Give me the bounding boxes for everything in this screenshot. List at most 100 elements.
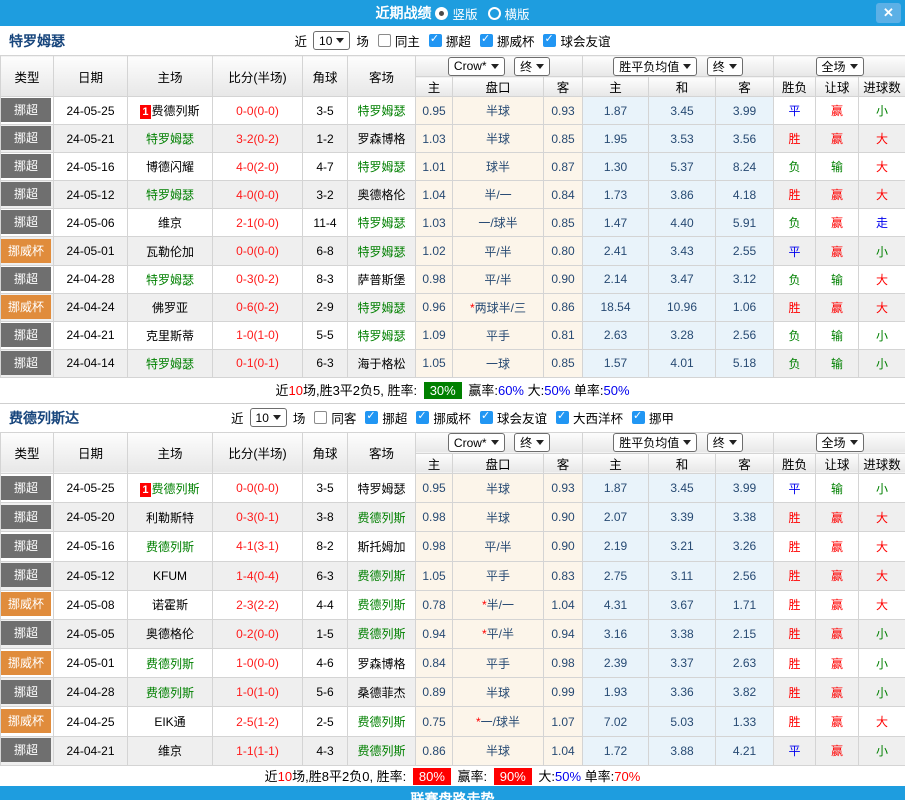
home-odds: 0.94	[416, 619, 453, 648]
league-badge: 挪威杯	[1, 239, 51, 263]
away-team: 费德列斯	[348, 590, 416, 619]
checkbox-unchecked[interactable]	[378, 34, 391, 47]
result-goals: 小	[859, 473, 905, 502]
checkbox-checked[interactable]: ✓	[543, 34, 556, 47]
match-count-select[interactable]: 10	[250, 408, 287, 427]
odds-time-select[interactable]: 终	[514, 433, 550, 452]
avg-time-select[interactable]: 终	[707, 57, 743, 76]
chevron-down-icon	[729, 440, 737, 445]
summary-text: 赢率:	[465, 383, 498, 398]
fulltime-score: 1-1	[236, 744, 253, 758]
avg-time-select[interactable]: 终	[707, 433, 743, 452]
handicap-name: 半球	[486, 511, 510, 525]
col-avg-draw: 和	[649, 453, 716, 473]
result-outcome: 负	[774, 321, 816, 349]
fulltime-score: 1-0	[236, 656, 253, 670]
avg-home-odds: 1.87	[583, 473, 649, 502]
avg-home-odds: 18.54	[583, 293, 649, 321]
away-odds: 0.90	[544, 265, 583, 293]
league-badge: 挪威杯	[1, 709, 51, 733]
result-outcome: 平	[774, 237, 816, 265]
corners: 8-2	[303, 532, 348, 561]
home-odds: 1.09	[416, 321, 453, 349]
checkbox-checked[interactable]: ✓	[480, 34, 493, 47]
close-button[interactable]: ✕	[876, 3, 901, 23]
checkbox-checked[interactable]: ✓	[480, 411, 493, 424]
home-team: 特罗姆瑟	[128, 125, 213, 153]
checkbox-unchecked[interactable]	[314, 411, 327, 424]
radio-horizontal[interactable]: 横版	[488, 4, 530, 23]
odds-company-select[interactable]: Crow*	[448, 57, 505, 76]
avg-draw-odds: 5.37	[649, 153, 716, 181]
home-team-name: 博德闪耀	[146, 160, 194, 174]
score-cell: 0-6(0-2)	[213, 293, 303, 321]
section-fredrikstad: 费德列斯达 近10场同客✓挪超✓挪威杯✓球会友谊✓大西洋杯✓挪甲 类型 日期 主…	[0, 403, 905, 789]
summary-text: 50%	[555, 769, 581, 784]
radio-vertical[interactable]: 竖版	[435, 4, 477, 23]
handicap-line: 半球	[453, 678, 544, 707]
fulltime-score: 4-0	[236, 160, 253, 174]
titlebar: 近期战绩 竖版 横版 ✕	[0, 0, 905, 26]
avg-select[interactable]: 胜平负均值	[613, 57, 697, 76]
away-odds: 0.81	[544, 321, 583, 349]
away-team-name: 特罗姆瑟	[357, 216, 405, 230]
col-handicap: 盘口	[453, 453, 544, 473]
scope-select[interactable]: 全场	[816, 433, 864, 452]
result-handicap: 赢	[816, 125, 859, 153]
handicap-name: 半球	[486, 686, 510, 700]
avg-draw-odds: 3.37	[649, 649, 716, 678]
home-odds: 0.98	[416, 503, 453, 532]
home-team-name: KFUM	[153, 569, 187, 583]
col-corner: 角球	[303, 56, 348, 97]
home-team-name: 瓦勒伦加	[146, 245, 194, 259]
checkbox-checked[interactable]: ✓	[365, 411, 378, 424]
handicap-line: *两球半/三	[453, 293, 544, 321]
match-count-select[interactable]: 10	[313, 31, 350, 50]
score-cell: 3-2(0-2)	[213, 125, 303, 153]
result-goals: 小	[859, 649, 905, 678]
avg-draw-odds: 3.45	[649, 473, 716, 502]
odds-time-select[interactable]: 终	[514, 57, 550, 76]
checkbox-checked[interactable]: ✓	[429, 34, 442, 47]
away-team: 桑德菲杰	[348, 678, 416, 707]
avg-away-odds: 8.24	[716, 153, 774, 181]
team-title: 特罗姆瑟	[9, 31, 65, 51]
fulltime-score: 1-0	[236, 685, 253, 699]
fulltime-score: 2-3	[236, 598, 253, 612]
halftime-score: (0-1)	[254, 510, 279, 524]
scope-select[interactable]: 全场	[816, 57, 864, 76]
checkbox-label: 挪威杯	[497, 31, 535, 50]
home-team: 克里斯蒂	[128, 321, 213, 349]
home-team: KFUM	[128, 561, 213, 590]
avg-away-odds: 3.82	[716, 678, 774, 707]
chevron-down-icon	[491, 440, 499, 445]
score-cell: 1-0(1-0)	[213, 678, 303, 707]
league-badge: 挪威杯	[1, 651, 51, 675]
checkbox-checked[interactable]: ✓	[416, 411, 429, 424]
home-team: 利勒斯特	[128, 503, 213, 532]
avg-away-odds: 1.33	[716, 707, 774, 736]
chevron-down-icon	[729, 64, 737, 69]
checkbox-checked[interactable]: ✓	[556, 411, 569, 424]
odds-company-select[interactable]: Crow*	[448, 433, 505, 452]
match-row: 挪超24-05-16博德闪耀4-0(2-0)4-7特罗姆瑟1.01球半0.871…	[1, 153, 905, 181]
fulltime-score: 0-6	[236, 300, 253, 314]
result-handicap: 赢	[816, 649, 859, 678]
checkbox-label: 大西洋杯	[573, 408, 623, 427]
result-outcome: 胜	[774, 678, 816, 707]
avg-select[interactable]: 胜平负均值	[613, 433, 697, 452]
fulltime-score: 0-0	[236, 104, 253, 118]
summary-text: 场,胜8平2负0, 胜率:	[292, 769, 410, 784]
away-odds: 1.04	[544, 590, 583, 619]
score-cell: 0-0(0-0)	[213, 97, 303, 125]
fulltime-score: 0-1	[236, 356, 253, 370]
col-result: 胜负	[774, 453, 816, 473]
league-badge: 挪超	[1, 738, 51, 762]
corners: 3-8	[303, 503, 348, 532]
checkbox-checked[interactable]: ✓	[632, 411, 645, 424]
radio-unselected-icon	[488, 7, 501, 20]
handicap-line: 半球	[453, 473, 544, 502]
col-odds-home: 主	[416, 453, 453, 473]
result-handicap: 赢	[816, 561, 859, 590]
corners: 1-2	[303, 125, 348, 153]
